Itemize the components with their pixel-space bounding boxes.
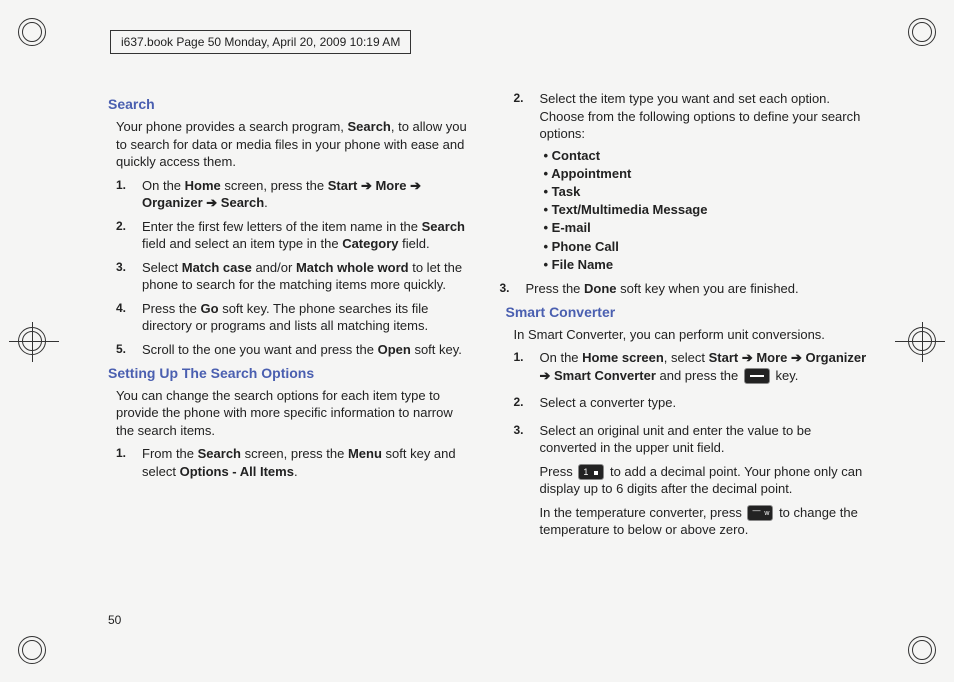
list-item: E-mail	[544, 219, 870, 237]
page-number: 50	[108, 613, 121, 627]
step-text: Select Match case and/or Match whole wor…	[142, 260, 462, 293]
step-text: key.	[776, 368, 799, 383]
heading-smart-converter: Smart Converter	[506, 304, 870, 320]
step-text: Enter the first few letters of the item …	[142, 219, 465, 252]
right-column: 2. Select the item type you want and set…	[506, 90, 870, 545]
heading-search-options: Setting Up The Search Options	[108, 365, 472, 381]
left-column: Search Your phone provides a search prog…	[108, 90, 472, 545]
step-text: Press the Go soft key. The phone searche…	[142, 301, 428, 334]
cropmark-icon	[908, 327, 936, 355]
converter-intro: In Smart Converter, you can perform unit…	[514, 326, 870, 344]
step-text: In the temperature converter, press	[540, 505, 746, 520]
step-text: On the Home screen, select Start ➔ More …	[540, 350, 867, 383]
options-steps-contd: 2. Select the item type you want and set…	[540, 90, 870, 298]
list-item: Text/Multimedia Message	[544, 201, 870, 219]
converter-steps: 1. On the Home screen, select Start ➔ Mo…	[540, 349, 870, 539]
options-steps: 1.From the Search screen, press the Menu…	[142, 445, 472, 480]
step-text: Select the item type you want and set ea…	[540, 91, 861, 141]
search-option-list: Contact Appointment Task Text/Multimedia…	[544, 147, 870, 274]
step-text: Scroll to the one you want and press the…	[142, 342, 462, 357]
search-steps: 1.On the Home screen, press the Start ➔ …	[142, 177, 472, 359]
list-item: Contact	[544, 147, 870, 165]
cropmark-icon	[18, 18, 46, 46]
step-text: On the Home screen, press the Start ➔ Mo…	[142, 178, 421, 211]
step-text: From the Search screen, press the Menu s…	[142, 446, 456, 479]
header-info: i637.book Page 50 Monday, April 20, 2009…	[110, 30, 411, 54]
list-item: Task	[544, 183, 870, 201]
minus-key-icon	[747, 505, 773, 521]
cropmark-icon	[18, 327, 46, 355]
options-intro: You can change the search options for ea…	[116, 387, 472, 440]
cropmark-icon	[908, 18, 936, 46]
step-text: Press	[540, 464, 577, 479]
list-item: Phone Call	[544, 238, 870, 256]
home-key-icon	[744, 368, 770, 384]
one-key-icon	[578, 464, 604, 480]
heading-search: Search	[108, 96, 472, 112]
cropmark-icon	[18, 636, 46, 664]
step-text: Select an original unit and enter the va…	[540, 423, 812, 456]
page-body: Search Your phone provides a search prog…	[108, 90, 869, 545]
list-item: File Name	[544, 256, 870, 274]
step-text: Select a converter type.	[540, 395, 677, 410]
search-intro: Your phone provides a search program, Se…	[116, 118, 472, 171]
cropmark-icon	[908, 636, 936, 664]
step-text: Press the Done soft key when you are fin…	[526, 281, 799, 296]
list-item: Appointment	[544, 165, 870, 183]
